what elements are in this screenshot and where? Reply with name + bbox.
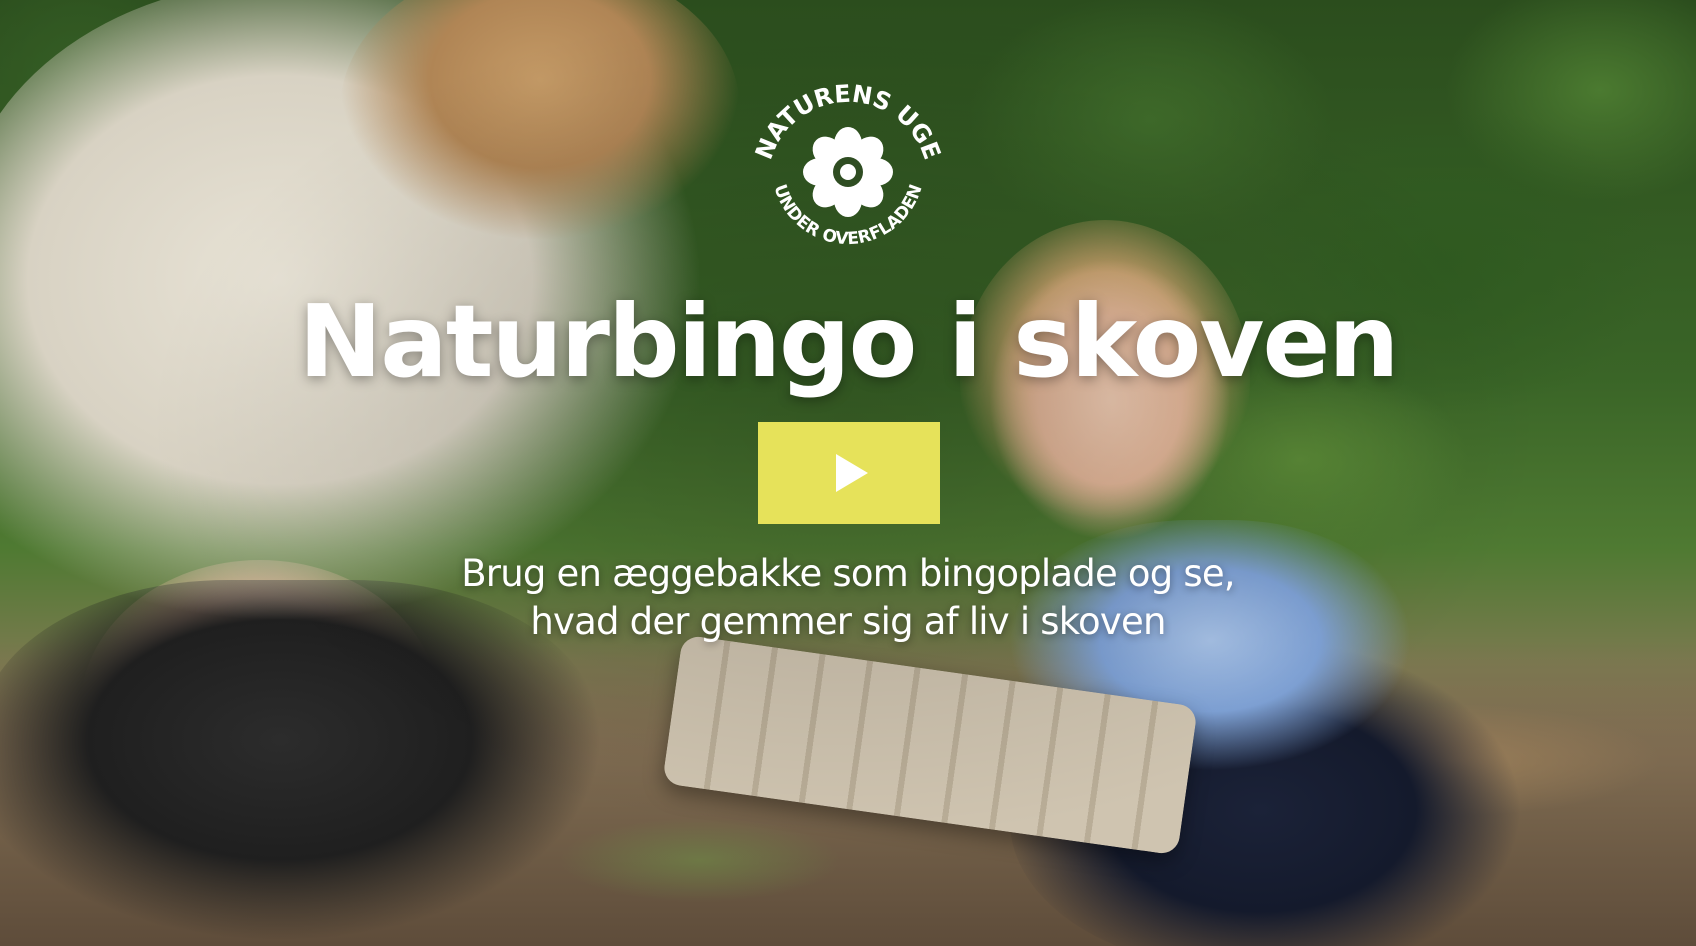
video-description: Brug en æggebakke som bingoplade og se, …: [0, 550, 1696, 646]
naturens-uge-logo: NATURENS UGE UNDER OVERFLADEN: [738, 64, 958, 284]
video-title: Naturbingo i skoven: [298, 283, 1400, 400]
flower-icon: [803, 127, 893, 217]
description-line-1: Brug en æggebakke som bingoplade og se,: [461, 552, 1235, 595]
description-line-2: hvad der gemmer sig af liv i skoven: [530, 600, 1166, 643]
logo-badge: NATURENS UGE UNDER OVERFLADEN: [750, 80, 946, 250]
video-poster[interactable]: NATURENS UGE UNDER OVERFLADEN Naturbingo…: [0, 0, 1696, 946]
play-icon[interactable]: [836, 454, 868, 492]
play-button[interactable]: [758, 422, 940, 524]
